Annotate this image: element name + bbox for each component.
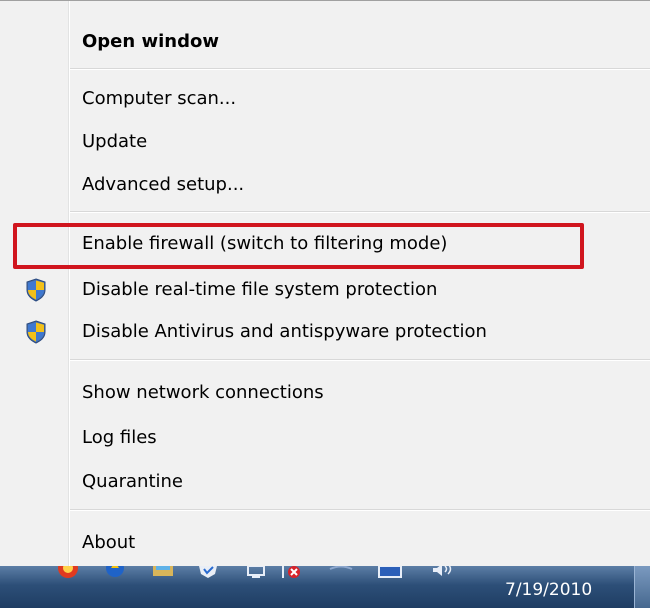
- menu-item-open-window[interactable]: Open window: [0, 21, 650, 61]
- menu-separator: [70, 68, 650, 70]
- menu-separator: [70, 359, 650, 361]
- menu-item-label: Disable real-time file system protection: [82, 278, 438, 300]
- menu-item-computer-scan[interactable]: Computer scan...: [0, 78, 650, 118]
- menu-item-label: Log files: [82, 426, 157, 448]
- monitor-icon[interactable]: [376, 566, 404, 580]
- menu-item-label: Update: [82, 130, 148, 152]
- menu-item-show-network-connections[interactable]: Show network connections: [0, 372, 650, 412]
- network-icon[interactable]: [244, 566, 268, 580]
- uac-shield-icon: [25, 320, 47, 344]
- menu-item-label: Quarantine: [82, 470, 183, 492]
- network-activity-icon[interactable]: [328, 566, 354, 580]
- clock-date[interactable]: 7/19/2010: [505, 580, 592, 600]
- highlight-box: [13, 223, 584, 269]
- menu-item-label: Advanced setup...: [82, 173, 245, 195]
- menu-item-disable-realtime-protection[interactable]: Disable real-time file system protection: [0, 269, 650, 309]
- context-menu: Open window Computer scan... Update Adva…: [0, 0, 650, 566]
- menu-item-advanced-setup[interactable]: Advanced setup...: [0, 164, 650, 204]
- menu-item-label: Open window: [82, 30, 219, 52]
- menu-separator: [70, 211, 650, 213]
- uac-shield-icon: [25, 278, 47, 302]
- volume-icon[interactable]: [430, 566, 456, 580]
- menu-item-disable-antivirus[interactable]: Disable Antivirus and antispyware protec…: [0, 311, 650, 351]
- security-icon[interactable]: [103, 566, 127, 580]
- taskbar: 7/19/2010: [0, 566, 650, 608]
- show-desktop-button[interactable]: [634, 566, 650, 608]
- menu-item-quarantine[interactable]: Quarantine: [0, 461, 650, 501]
- menu-item-label: Computer scan...: [82, 87, 237, 109]
- menu-item-log-files[interactable]: Log files: [0, 417, 650, 457]
- menu-item-label: About: [82, 531, 136, 553]
- menu-separator: [70, 509, 650, 511]
- network-error-icon[interactable]: [280, 566, 304, 580]
- shield-check-icon[interactable]: [196, 566, 220, 580]
- menu-item-update[interactable]: Update: [0, 121, 650, 161]
- menu-item-label: Disable Antivirus and antispyware protec…: [82, 320, 487, 342]
- folder-icon[interactable]: [150, 566, 176, 580]
- menu-item-label: Show network connections: [82, 381, 324, 403]
- menu-item-about[interactable]: About: [0, 522, 650, 562]
- eset-icon[interactable]: [55, 566, 81, 580]
